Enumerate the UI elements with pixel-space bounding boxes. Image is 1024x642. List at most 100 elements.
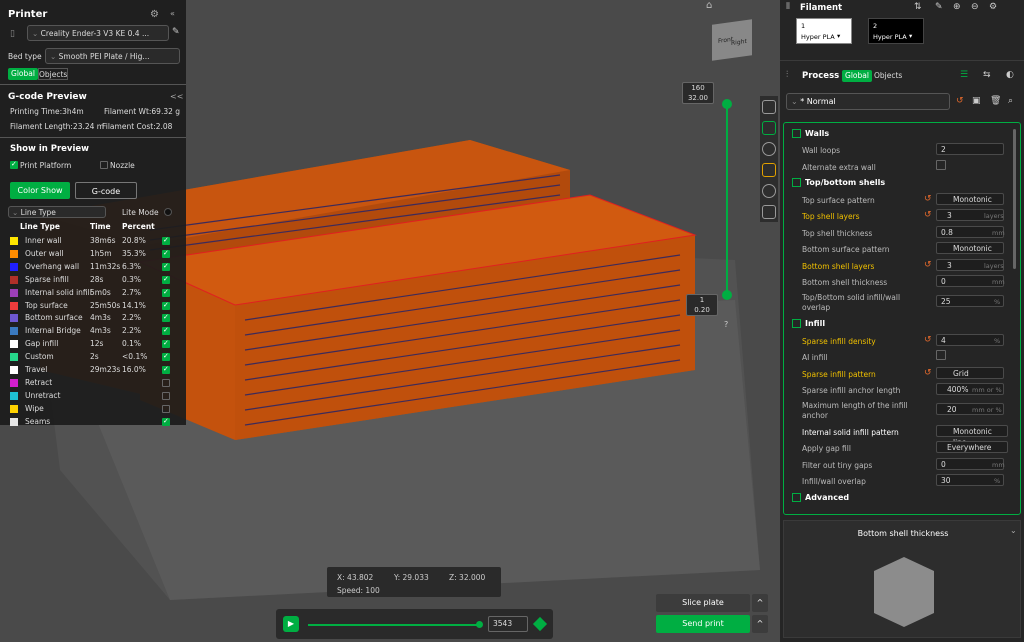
legend-visibility-checkbox[interactable] — [162, 391, 170, 400]
lite-mode-toggle[interactable] — [164, 208, 172, 216]
printer-icon: ▯ — [10, 29, 15, 39]
filament-slot-2-name: Hyper PLA — [873, 33, 907, 41]
legend-visibility-checkbox[interactable] — [162, 378, 170, 387]
scrollbar[interactable] — [1013, 129, 1016, 269]
collapse-icon[interactable]: ⌄ — [1010, 526, 1017, 535]
filament-icon: ⦀ — [786, 2, 790, 12]
wall-loops-input[interactable]: 2 — [936, 143, 1004, 155]
line-type-select[interactable]: ⌄ Line Type — [8, 206, 106, 218]
list-icon[interactable]: ☰ — [960, 70, 968, 80]
layer-slider-bottom-handle[interactable] — [722, 290, 732, 300]
layer-slider-track[interactable] — [726, 104, 728, 294]
legend-visibility-checkbox[interactable] — [162, 352, 170, 362]
print-platform-checkbox[interactable] — [10, 160, 18, 169]
settings-icon[interactable]: ⚙ — [989, 2, 997, 12]
legend-visibility-checkbox[interactable] — [162, 275, 170, 284]
tiny-gaps-unit: mm — [992, 461, 1005, 469]
legend-visibility-checkbox[interactable] — [162, 365, 170, 374]
slice-plate-button[interactable]: Slice plate — [656, 594, 750, 612]
search-icon[interactable]: ⌕ — [1008, 96, 1013, 106]
send-print-button[interactable]: Send print — [656, 615, 750, 633]
legend-visibility-checkbox[interactable] — [162, 326, 170, 336]
process-title: Process — [802, 71, 840, 81]
gear-icon[interactable]: ⚙ — [150, 9, 159, 20]
home-icon[interactable]: ⌂ — [706, 0, 718, 11]
printer-tab-objects[interactable]: Objects — [38, 68, 68, 80]
layer-settings-icon[interactable] — [532, 616, 548, 632]
remove-icon[interactable]: ⊖ — [971, 2, 979, 12]
move-slider[interactable] — [308, 624, 480, 626]
reset-icon[interactable]: ↺ — [924, 210, 932, 220]
topbottom-section: Top/bottom shells — [792, 178, 885, 187]
move-slider-handle[interactable] — [476, 621, 483, 628]
legend-visibility-checkbox[interactable] — [162, 249, 170, 258]
grid-icon[interactable] — [762, 205, 776, 219]
layers-icon[interactable] — [762, 100, 776, 114]
reset-icon[interactable]: ↺ — [956, 96, 964, 106]
anchor-max-label: Maximum length of the infill — [802, 401, 908, 410]
legend-type: Gap infill — [25, 339, 59, 349]
anchor-unit: mm or % — [972, 386, 1002, 394]
edit-icon[interactable]: ✎ — [172, 27, 180, 37]
topbottom-title: Top/bottom shells — [805, 178, 886, 187]
send-dropdown-button[interactable]: ^ — [752, 615, 768, 633]
color-show-button[interactable]: Color Show — [10, 182, 70, 199]
alt-wall-checkbox[interactable] — [936, 160, 946, 170]
gap-fill-select[interactable]: Everywhere — [936, 441, 1008, 453]
process-preset-select[interactable]: ⌄ * Normal — [786, 93, 950, 110]
reset-icon[interactable]: ↺ — [924, 335, 932, 345]
bottom-pattern-select[interactable]: Monotonic — [936, 242, 1004, 254]
ai-infill-checkbox[interactable] — [936, 350, 946, 360]
process-tab-objects[interactable]: Objects — [874, 70, 902, 82]
top-pattern-select[interactable]: Monotonic — [936, 193, 1004, 205]
reset-icon[interactable]: ↺ — [924, 194, 932, 204]
delete-icon[interactable]: 🗑 — [990, 96, 1001, 106]
gcode-collapse-button[interactable]: << — [170, 92, 183, 101]
legend-type: Unretract — [25, 390, 61, 400]
internal-pattern-select[interactable]: Monotonic line — [936, 425, 1008, 447]
preview-icon[interactable] — [762, 121, 776, 135]
legend-time: 28s — [90, 274, 104, 284]
legend-visibility-checkbox[interactable] — [162, 404, 170, 413]
reset-icon[interactable]: ↺ — [924, 368, 932, 378]
sync-icon[interactable]: ⇅ — [914, 2, 922, 12]
filament-slot-2[interactable]: 2 Hyper PLA ▾ — [868, 18, 924, 44]
layer-move-input[interactable]: 3543 — [488, 616, 528, 632]
layer-slider-top-handle[interactable] — [722, 99, 732, 109]
legend-swatch — [10, 237, 18, 245]
nozzle-checkbox[interactable] — [100, 161, 108, 169]
advanced-toggle-icon[interactable]: ◐ — [1006, 70, 1014, 80]
tb-overlap-label: Top/Bottom solid infill/wall — [802, 293, 901, 302]
col-time: Time — [90, 222, 111, 231]
collapse-icon[interactable]: « — [170, 9, 175, 18]
legend-percent: 2.2% — [122, 326, 142, 336]
legend-visibility-checkbox[interactable] — [162, 313, 170, 323]
legend-visibility-checkbox[interactable] — [162, 417, 170, 426]
add-icon[interactable]: ⊕ — [953, 2, 961, 12]
warning-icon[interactable] — [762, 163, 776, 177]
printer-tab-global[interactable]: Global — [8, 68, 38, 80]
gcode-button[interactable]: G-code — [75, 182, 137, 199]
sparse-pattern-select[interactable]: Grid — [936, 367, 1004, 379]
play-button[interactable]: ▶ — [283, 616, 299, 632]
speed-icon[interactable] — [762, 142, 776, 156]
view-cube[interactable]: Front Right — [712, 19, 752, 61]
advanced-section: Advanced — [792, 493, 849, 502]
legend-visibility-checkbox[interactable] — [162, 262, 170, 271]
reset-icon[interactable]: ↺ — [924, 260, 932, 270]
legend-visibility-checkbox[interactable] — [162, 288, 170, 297]
settings-icon[interactable] — [762, 184, 776, 198]
bed-type-select[interactable]: ⌄ Smooth PEI Plate / Hig... — [45, 48, 180, 64]
save-icon[interactable]: ▣ — [972, 96, 981, 106]
printer-select[interactable]: ⌄ Creality Ender-3 V3 KE 0.4 ... — [27, 25, 169, 41]
legend-visibility-checkbox[interactable] — [162, 236, 170, 245]
compare-icon[interactable]: ⇆ — [983, 70, 991, 80]
legend-swatch — [10, 314, 18, 323]
slice-dropdown-button[interactable]: ^ — [752, 594, 768, 612]
help-icon[interactable]: ? — [724, 320, 728, 329]
legend-visibility-checkbox[interactable] — [162, 339, 170, 349]
legend-visibility-checkbox[interactable] — [162, 301, 170, 310]
filament-slot-1[interactable]: 1 Hyper PLA ▾ — [796, 18, 852, 44]
brush-icon[interactable]: ✎ — [935, 2, 943, 12]
process-tab-global[interactable]: Global — [842, 70, 872, 82]
